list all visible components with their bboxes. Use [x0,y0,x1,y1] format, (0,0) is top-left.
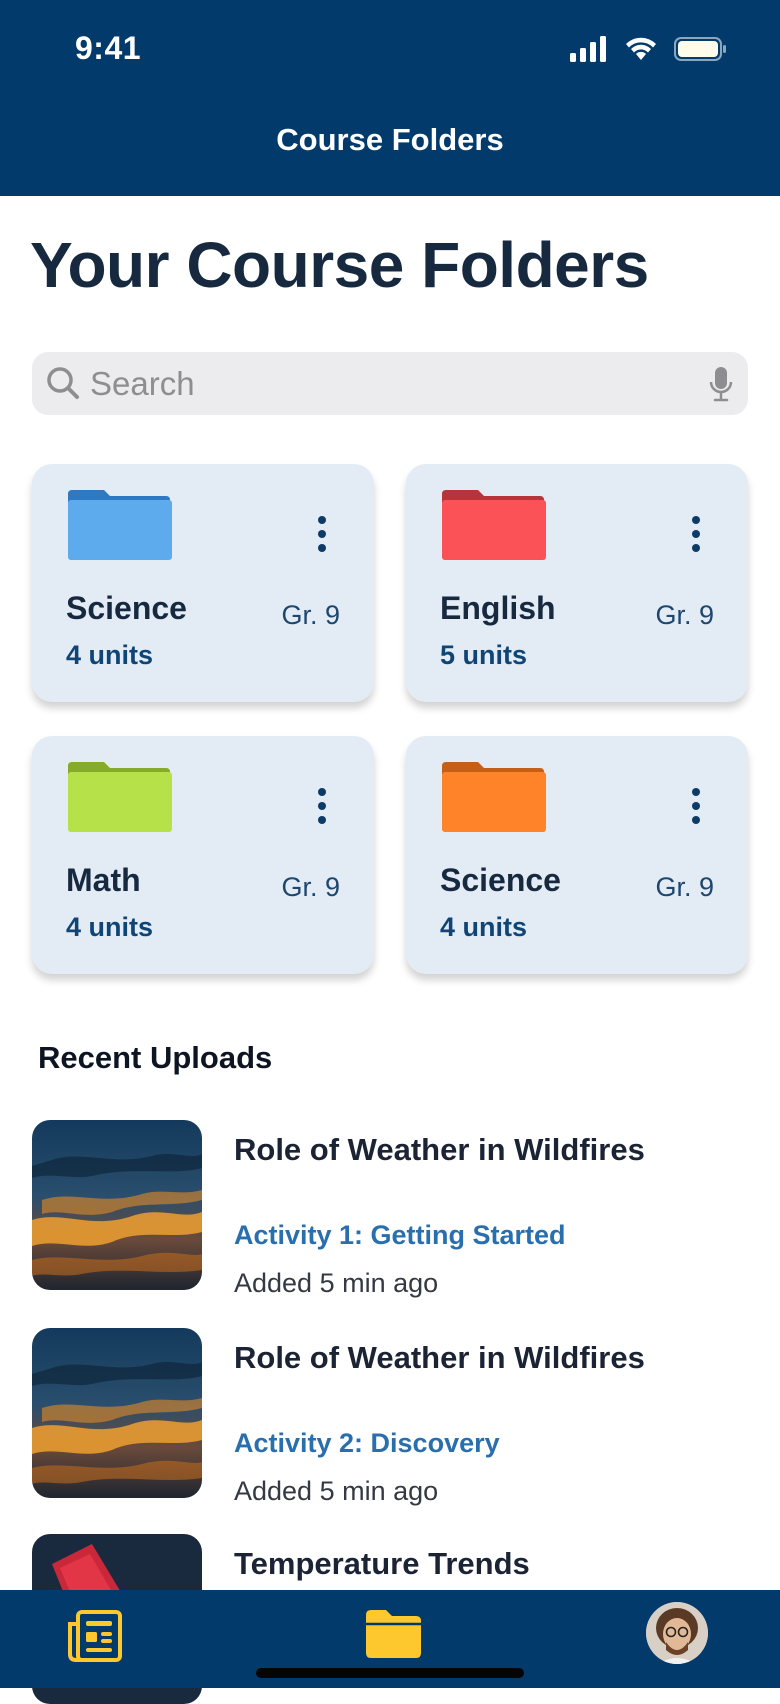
more-options-icon[interactable] [314,514,330,554]
folder-icon [442,762,546,832]
folder-grade: Gr. 9 [281,872,340,902]
search-bar[interactable] [32,352,748,415]
folder-name: Science [66,590,187,626]
microphone-icon[interactable] [708,365,734,403]
upload-timestamp: Added 5 min ago [234,1268,439,1298]
more-options-icon[interactable] [688,786,704,826]
cellular-signal-icon [570,36,606,62]
folder-grade: Gr. 9 [655,872,714,902]
folder-card-science-2[interactable]: Science Gr. 9 4 units [406,736,748,974]
folder-icon [68,762,172,832]
upload-activity-link[interactable]: Activity 2: Discovery [234,1428,500,1459]
folder-card-english[interactable]: English Gr. 9 5 units [406,464,748,702]
search-icon [47,367,79,399]
avatar[interactable] [646,1602,708,1664]
upload-timestamp: Added 5 min ago [234,1476,439,1506]
home-indicator [256,1668,524,1678]
nav-title: Course Folders [276,122,504,157]
folder-card-science[interactable]: Science Gr. 9 4 units [32,464,374,702]
sunset-sky-thumbnail [32,1120,202,1290]
folder-name: Science [440,862,561,898]
status-time: 9:41 [75,30,142,66]
folder-icon [442,490,546,560]
more-options-icon[interactable] [688,514,704,554]
upload-item[interactable]: Role of Weather in Wildfires Activity 2:… [32,1328,748,1506]
folder-units: 4 units [66,912,154,942]
upload-title: Temperature Trends [234,1546,530,1581]
folder-units: 5 units [440,640,528,670]
folder-icon [68,490,172,560]
upload-activity-link[interactable]: Activity 1: Getting Started [234,1220,566,1251]
folder-icon[interactable] [364,1610,422,1658]
upload-item[interactable]: Role of Weather in Wildfires Activity 1:… [32,1120,748,1298]
battery-icon [674,37,726,61]
folder-grade: Gr. 9 [281,600,340,630]
folder-units: 4 units [66,640,154,670]
folder-name: English [440,590,556,626]
more-options-icon[interactable] [314,786,330,826]
page-title: Your Course Folders [30,229,649,301]
folder-grade: Gr. 9 [655,600,714,630]
sunset-sky-thumbnail [32,1328,202,1498]
search-input[interactable] [90,352,690,415]
news-icon[interactable] [66,1608,124,1664]
folder-units: 4 units [440,912,528,942]
upload-title: Role of Weather in Wildfires [234,1340,645,1375]
wifi-icon [626,37,656,60]
status-icons [570,36,728,62]
upload-title: Role of Weather in Wildfires [234,1132,645,1167]
folder-card-math[interactable]: Math Gr. 9 4 units [32,736,374,974]
recent-uploads-heading: Recent Uploads [38,1040,273,1075]
folder-name: Math [66,862,141,898]
app-header: 9:41 Course Folders [0,0,780,196]
